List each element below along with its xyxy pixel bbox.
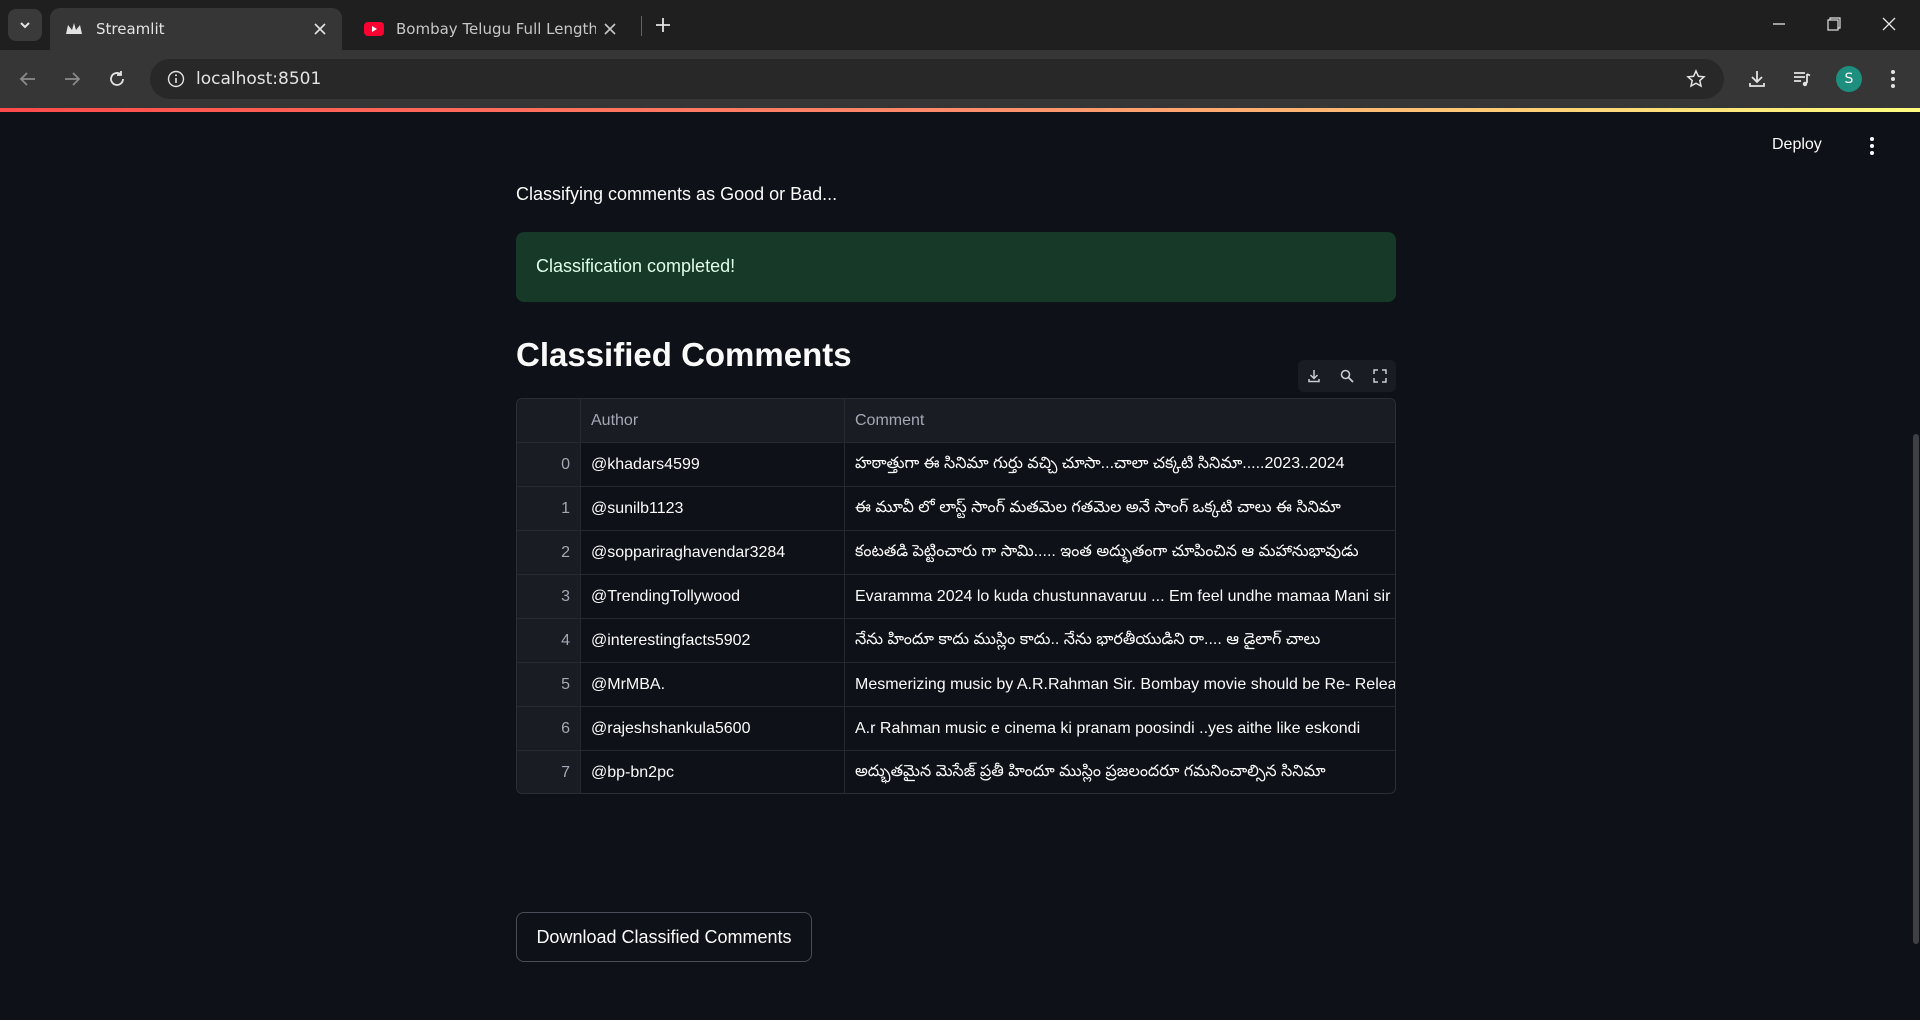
row-index-cell[interactable]: 2 xyxy=(517,531,581,574)
scrollbar-thumb[interactable] xyxy=(1913,434,1919,944)
kebab-menu-icon xyxy=(1891,70,1895,88)
search-icon[interactable] xyxy=(1334,363,1360,389)
site-info-icon[interactable] xyxy=(162,65,190,93)
author-cell[interactable]: @TrendingTollywood xyxy=(581,575,845,618)
success-alert: Classification completed! xyxy=(516,232,1396,302)
kebab-menu-icon xyxy=(1870,137,1874,155)
author-cell[interactable]: @rajeshshankula5600 xyxy=(581,707,845,750)
comment-cell[interactable]: హఠాత్తుగా ఈ సినిమా గుర్తు వచ్చి చూసా...చ… xyxy=(845,443,1395,486)
back-button[interactable] xyxy=(12,63,44,95)
download-icon xyxy=(1749,71,1765,87)
comment-cell[interactable]: నేను హిందూ కాదు ముస్లిం కాదు.. నేను భారత… xyxy=(845,619,1395,662)
comment-cell[interactable]: కంటతడి పెట్టించారు గా సామి..... ఇంత అద్భ… xyxy=(845,531,1395,574)
row-index-cell[interactable]: 6 xyxy=(517,707,581,750)
media-controls-button[interactable] xyxy=(1786,63,1818,95)
download-icon[interactable] xyxy=(1301,363,1327,389)
author-cell[interactable]: @sunilb1123 xyxy=(581,487,845,530)
close-icon xyxy=(1882,17,1896,31)
new-tab-button[interactable] xyxy=(648,9,678,41)
comment-cell[interactable]: A.r Rahman music e cinema ki pranam poos… xyxy=(845,707,1395,750)
status-text: Classifying comments as Good or Bad... xyxy=(516,184,838,204)
table-row[interactable]: 4 @interestingfacts5902 నేను హిందూ కాదు ము… xyxy=(517,619,1395,663)
arrow-right-icon xyxy=(65,72,81,86)
tab-title: Streamlit xyxy=(96,20,165,38)
arrow-left-icon xyxy=(19,72,35,86)
comment-cell[interactable]: ఈ మూవీ లో లాస్ట్ సాంగ్ మతమెల గతమెల అనే స… xyxy=(845,487,1395,530)
comment-cell[interactable]: Evaramma 2024 lo kuda chustunnavaruu ...… xyxy=(845,575,1395,618)
bookmark-star-icon[interactable] xyxy=(1682,65,1710,93)
downloads-button[interactable] xyxy=(1741,63,1773,95)
minimize-button[interactable] xyxy=(1756,8,1802,40)
tab-strip: Streamlit Bombay Telugu Full Length Mo xyxy=(0,0,1920,50)
comment-column-header[interactable]: Comment xyxy=(845,399,1395,442)
row-index-cell[interactable]: 3 xyxy=(517,575,581,618)
table-row[interactable]: 3 @TrendingTollywood Evaramma 2024 lo kuda… xyxy=(517,575,1395,619)
profile-avatar[interactable]: S xyxy=(1836,66,1862,92)
table-row[interactable]: 0 @khadars4599 హఠాత్తుగా ఈ సినిమా గుర్తు వ… xyxy=(517,443,1395,487)
deploy-button[interactable]: Deploy xyxy=(1772,136,1822,154)
address-bar[interactable]: localhost:8501 xyxy=(150,59,1724,99)
reload-icon xyxy=(110,71,124,86)
youtube-icon xyxy=(364,19,384,39)
close-icon[interactable] xyxy=(596,15,624,43)
tab-streamlit[interactable]: Streamlit xyxy=(50,8,342,50)
author-cell[interactable]: @soppariraghavendar3284 xyxy=(581,531,845,574)
close-icon[interactable] xyxy=(306,15,334,43)
author-cell[interactable]: @MrMBA. xyxy=(581,663,845,706)
page-title: Classified Comments xyxy=(516,336,852,373)
table-row[interactable]: 6 @rajeshshankula5600 A.r Rahman music e c… xyxy=(517,707,1395,751)
restore-icon xyxy=(1827,17,1841,31)
row-index-cell[interactable]: 7 xyxy=(517,751,581,793)
table-row[interactable]: 7 @bp-bn2pc అద్భుతమైన మెసేజ్ ప్రతీ హిందూ మ… xyxy=(517,751,1395,793)
table-row[interactable]: 5 @MrMBA. Mesmerizing music by A.R.Rahman … xyxy=(517,663,1395,707)
chevron-down-icon xyxy=(20,22,30,29)
app-menu-button[interactable] xyxy=(1858,132,1886,160)
download-classified-comments-button[interactable]: Download Classified Comments xyxy=(516,912,812,962)
reload-button[interactable] xyxy=(101,63,133,95)
plus-icon xyxy=(656,18,670,32)
tab-search-button[interactable] xyxy=(8,9,42,41)
row-index-cell[interactable]: 4 xyxy=(517,619,581,662)
streamlit-crown-icon xyxy=(64,19,84,39)
playlist-music-icon xyxy=(1794,72,1811,87)
browser-menu-button[interactable] xyxy=(1877,63,1909,95)
comment-cell[interactable]: అద్భుతమైన మెసేజ్ ప్రతీ హిందూ ముస్లిం ప్ర… xyxy=(845,751,1395,793)
fullscreen-icon[interactable] xyxy=(1367,363,1393,389)
tab-divider xyxy=(641,16,642,36)
author-cell[interactable]: @bp-bn2pc xyxy=(581,751,845,793)
table-row[interactable]: 2 @soppariraghavendar3284 కంటతడి పెట్టించా… xyxy=(517,531,1395,575)
dataframe-toolbar xyxy=(1298,360,1396,392)
restore-button[interactable] xyxy=(1811,8,1857,40)
tab-youtube[interactable]: Bombay Telugu Full Length Mo xyxy=(350,8,632,50)
app-viewport: Deploy Classifying comments as Good or B… xyxy=(0,112,1920,1020)
row-index-cell[interactable]: 1 xyxy=(517,487,581,530)
browser-toolbar: localhost:8501 S xyxy=(0,50,1920,108)
author-column-header[interactable]: Author xyxy=(581,399,845,442)
minimize-icon xyxy=(1773,23,1785,25)
success-message: Classification completed! xyxy=(536,256,736,276)
forward-button[interactable] xyxy=(56,63,88,95)
table-row[interactable]: 1 @sunilb1123 ఈ మూవీ లో లాస్ట్ సాంగ్ మతమెల… xyxy=(517,487,1395,531)
tab-title: Bombay Telugu Full Length Mo xyxy=(396,20,596,38)
author-cell[interactable]: @khadars4599 xyxy=(581,443,845,486)
row-index-cell[interactable]: 5 xyxy=(517,663,581,706)
index-header xyxy=(517,399,581,442)
author-cell[interactable]: @interestingfacts5902 xyxy=(581,619,845,662)
close-window-button[interactable] xyxy=(1866,8,1912,40)
classified-comments-table[interactable]: Author Comment 0 @khadars4599 హఠాత్తుగా ఈ … xyxy=(516,398,1396,794)
row-index-cell[interactable]: 0 xyxy=(517,443,581,486)
comment-cell[interactable]: Mesmerizing music by A.R.Rahman Sir. Bom… xyxy=(845,663,1395,706)
url-text: localhost:8501 xyxy=(196,69,322,89)
table-header-row: Author Comment xyxy=(517,399,1395,443)
